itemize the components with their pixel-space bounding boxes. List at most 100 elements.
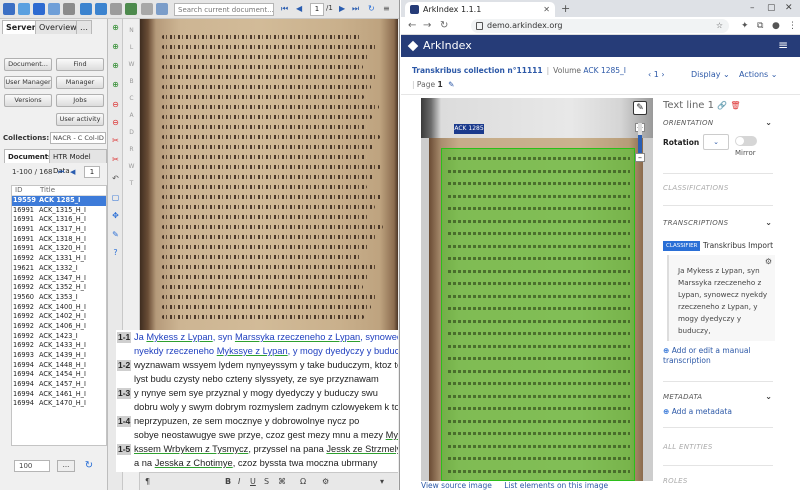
menu-icon[interactable] — [3, 3, 15, 15]
more-button[interactable]: ... — [57, 460, 75, 472]
bold-icon[interactable]: B — [225, 476, 231, 488]
underline-icon[interactable]: U — [250, 476, 256, 488]
table-row[interactable]: 16992 ACK_1433_H_I — [12, 341, 106, 351]
layout-icon[interactable] — [141, 3, 153, 15]
arkindex-brand[interactable]: ArkIndex — [423, 39, 472, 53]
table-row[interactable]: 16992 ACK_1423_I — [12, 332, 106, 342]
transcription-line[interactable]: 1-3 y nynye sem sye przyznal y mogy dyedy… — [116, 386, 398, 401]
edit-pencil-icon[interactable]: ✎ — [448, 80, 454, 89]
more-icon[interactable]: ≡ — [383, 3, 390, 15]
mirror-toggle[interactable] — [735, 136, 757, 146]
region-type-mark[interactable]: C — [127, 95, 136, 102]
transcription-line[interactable]: 1-2 wyznawam wssyem lydem nynyeyssym y ta… — [116, 358, 398, 373]
transcription-line[interactable]: lyst budu czysty nebo czteny slyssyety, … — [116, 372, 398, 387]
page-size-select[interactable]: 100 — [14, 460, 50, 472]
page-image-viewer[interactable]: ACK 1285 — [421, 98, 653, 481]
chevron-down-icon[interactable]: ⌄ — [765, 392, 772, 401]
document-button[interactable]: Document... — [4, 58, 52, 71]
tab-htr-model-data[interactable]: HTR Model Data — [49, 149, 107, 175]
first-docs-icon[interactable]: ⏮ — [58, 166, 64, 178]
transcription-line[interactable]: 1-1 Ja Mykess z Lypan, syn Marssyka rzecz… — [116, 330, 398, 345]
hamburger-menu-icon[interactable]: ≡ — [778, 38, 788, 52]
save-icon[interactable] — [33, 3, 45, 15]
view-icon[interactable] — [156, 3, 168, 15]
transcription-editor[interactable]: 1-1 Ja Mykess z Lypan, syn Marssyka rzecz… — [116, 330, 398, 472]
transcription-line[interactable]: dobru woly y swym dobrym rozmyslem zadny… — [116, 400, 398, 415]
table-row[interactable]: 16991 ACK_1316_H_I — [12, 215, 106, 225]
settings-icon[interactable]: ⚙ — [322, 476, 329, 488]
back-icon[interactable]: ← — [408, 19, 416, 33]
add-transcription-link[interactable]: ⊕ Add or edit a manual transcription — [663, 346, 773, 366]
table-row[interactable]: 16991 ACK_1317_H_I — [12, 225, 106, 235]
rotation-select[interactable]: ⌄ — [703, 134, 729, 150]
table-row[interactable]: 16994 ACK_1470_H_I — [12, 399, 106, 409]
trash-icon[interactable]: 🗑 — [730, 101, 740, 110]
insert-icon[interactable]: Ω — [300, 476, 306, 488]
remove-point-icon[interactable]: ⊖ — [110, 117, 121, 128]
merge-icon[interactable]: ✂ — [110, 154, 121, 165]
user-manager-button[interactable]: User Manager — [4, 76, 52, 89]
table-row[interactable]: 16992 ACK_1331_H_I — [12, 254, 106, 264]
puzzle-icon[interactable]: ⧉ — [757, 20, 763, 32]
page-number-input[interactable]: 1 — [310, 3, 324, 16]
breadcrumb-volume[interactable]: ACK 1285_I — [583, 66, 626, 75]
remove-icon[interactable]: ⊖ — [110, 99, 121, 110]
table-row[interactable]: 16992 ACK_1402_H_I — [12, 312, 106, 322]
table-row[interactable]: 19560 ACK_1353_I — [12, 293, 106, 303]
add-metadata-link[interactable]: ⊕ Add a metadata — [663, 407, 732, 417]
table-row[interactable]: 16991 ACK_1315_H_I — [12, 206, 106, 216]
browser-tab[interactable]: ArkIndex 1.1.1 ✕ — [405, 2, 555, 17]
region-type-mark[interactable]: W — [127, 61, 136, 68]
minimize-icon[interactable]: – — [750, 2, 755, 15]
last-page-icon[interactable]: ⏭ — [352, 3, 359, 15]
title-column-header[interactable]: Title — [40, 186, 55, 194]
user-activity-button[interactable]: User activity — [56, 113, 104, 126]
prev-page-icon[interactable]: ◀ — [296, 3, 302, 15]
strike-icon[interactable]: S — [264, 476, 269, 488]
chrome-menu-icon[interactable]: ⋮ — [788, 20, 797, 32]
table-row[interactable]: 16994 ACK_1454_H_I — [12, 370, 106, 380]
add-region-icon[interactable]: ⊕ — [110, 22, 121, 33]
split-icon[interactable]: ✂ — [110, 135, 121, 146]
info-icon[interactable] — [63, 3, 75, 15]
jobs-button[interactable]: Jobs — [56, 94, 104, 107]
transcription-line[interactable]: sobye neostawugye swe przye, czoz gest m… — [116, 428, 398, 443]
prev-docs-icon[interactable]: ◀ — [70, 166, 75, 178]
transcription-line[interactable]: a na Jesska z Chotimye, czoz byssta twa … — [116, 456, 398, 471]
address-bar[interactable]: demo.arkindex.org ☆ — [471, 19, 729, 33]
transcription-line[interactable]: 1-4 neprzypuzen, ze sem mocznye y dobrowo… — [116, 414, 398, 429]
table-row[interactable]: 16991 ACK_1320_H_I — [12, 244, 106, 254]
table-row[interactable]: 16992 ACK_1400_H_I — [12, 303, 106, 313]
fit-width-icon[interactable] — [110, 3, 122, 15]
refresh-icon[interactable]: ↻ — [368, 3, 375, 15]
first-page-icon[interactable]: ⏮ — [281, 3, 288, 15]
link-icon[interactable]: 🔗 — [717, 101, 727, 110]
id-column-header[interactable]: ID — [15, 186, 22, 194]
table-row[interactable]: 16994 ACK_1461_H_I — [12, 390, 106, 400]
add-baseline-icon[interactable]: ⊕ — [110, 79, 121, 90]
table-row[interactable]: 16994 ACK_1457_H_I — [12, 380, 106, 390]
chevron-down-icon[interactable]: ⌄ — [765, 218, 772, 227]
table-row[interactable]: 16994 ACK_1448_H_I — [12, 361, 106, 371]
collections-select[interactable]: NACR - C Col-ID — [50, 132, 106, 144]
list-elements-link[interactable]: List elements on this image — [504, 481, 608, 490]
actions-dropdown[interactable]: Actions ⌄ — [739, 70, 777, 79]
reload-page-icon[interactable]: ↻ — [440, 19, 448, 33]
open-icon[interactable] — [18, 3, 30, 15]
add-word-icon[interactable]: ⊕ — [110, 60, 121, 71]
italic-icon[interactable]: I — [238, 476, 240, 488]
new-tab-icon[interactable]: + — [561, 1, 570, 16]
orientation-header[interactable]: ORIENTATION — [663, 119, 713, 127]
close-window-icon[interactable]: ✕ — [785, 2, 793, 15]
extension-icon[interactable]: ✦ — [741, 20, 749, 32]
transcriptions-header[interactable]: TRANSCRIPTIONS — [663, 219, 728, 227]
table-row[interactable]: 16992 ACK_1406_H_I — [12, 322, 106, 332]
document-search-input[interactable]: Search current document... — [174, 3, 274, 16]
undo-icon[interactable]: ↶ — [110, 173, 121, 184]
region-type-mark[interactable]: W — [127, 163, 136, 170]
region-type-mark[interactable]: B — [127, 78, 136, 85]
table-row[interactable]: 16992 ACK_1352_H_I — [12, 283, 106, 293]
table-row[interactable]: 19621 ACK_1332_I — [12, 264, 106, 274]
selected-zone-overlay[interactable] — [441, 148, 635, 481]
document-page-input[interactable]: 1 — [84, 166, 100, 178]
